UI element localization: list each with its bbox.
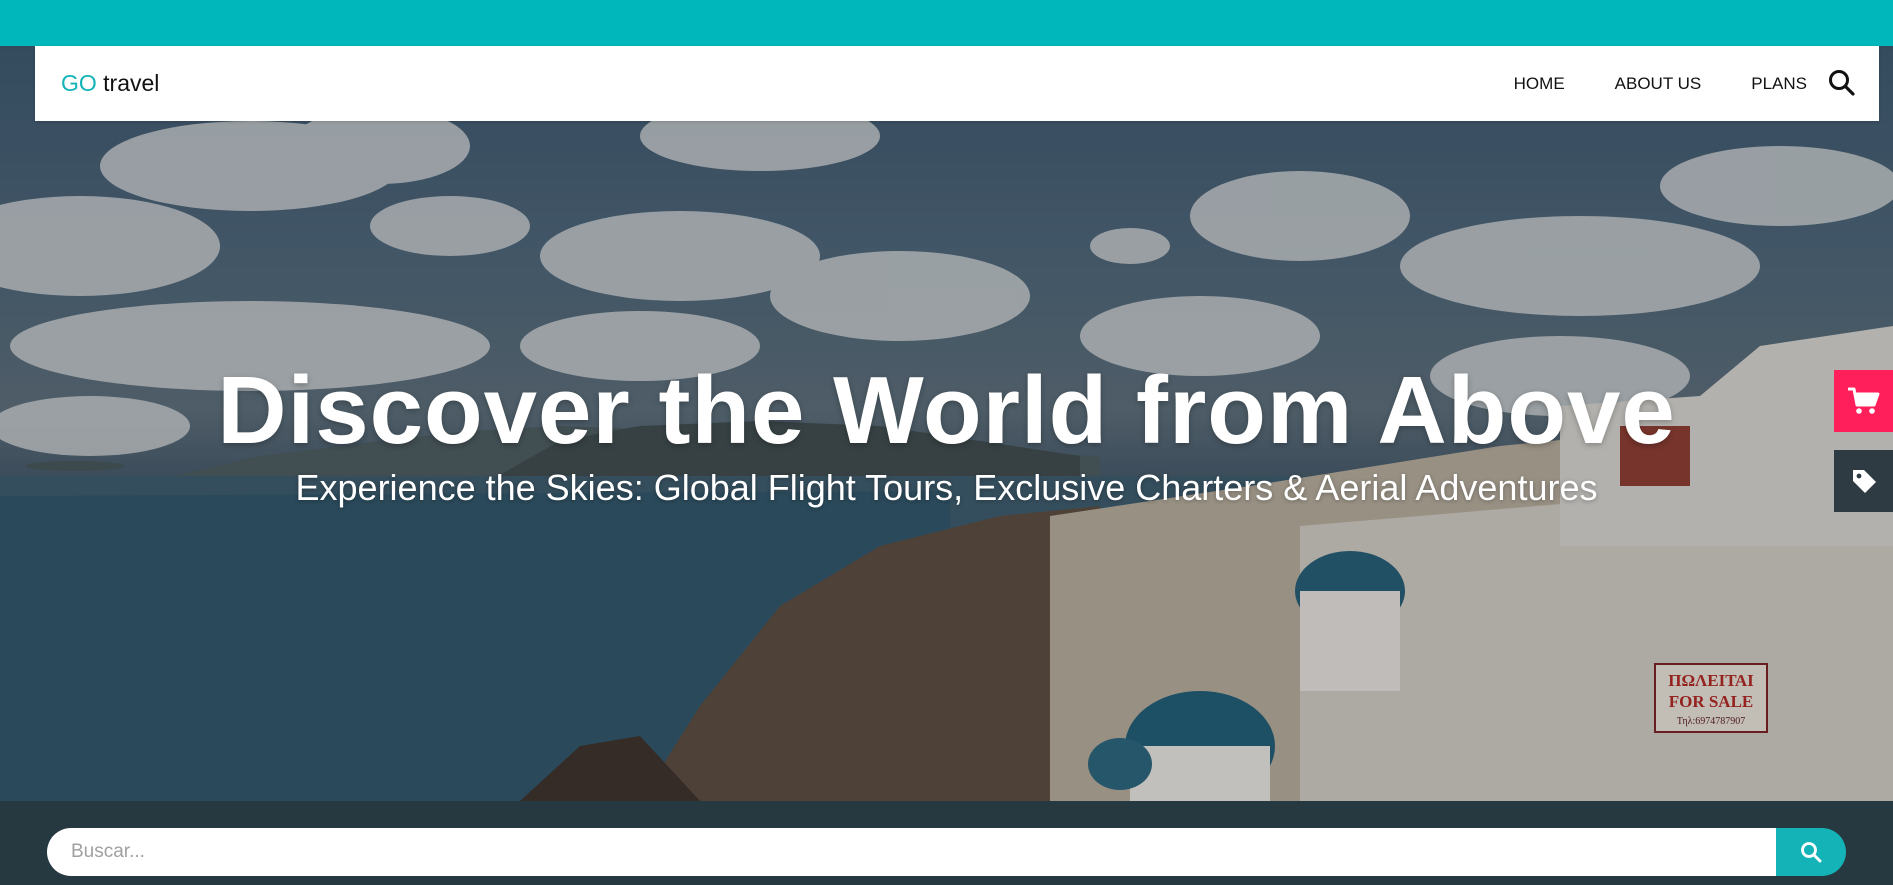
search-icon[interactable] (1827, 68, 1857, 98)
brand-name: travel (96, 70, 160, 96)
shopping-cart-icon (1847, 387, 1879, 414)
nav-about-link[interactable]: ABOUT US (1615, 74, 1702, 94)
search-icon (1801, 842, 1822, 863)
nav-plans-link[interactable]: PLANS (1751, 74, 1807, 94)
hero-text: Discover the World from Above Experience… (0, 356, 1893, 510)
brand-logo[interactable]: GO travel (61, 70, 159, 97)
brand-accent: GO (61, 70, 97, 96)
main-navbar: GO travel HOME ABOUT US PLANS (35, 46, 1879, 121)
nav-home-link[interactable]: HOME (1514, 74, 1565, 94)
search-section (0, 801, 1893, 885)
search-submit-button[interactable] (1776, 828, 1846, 876)
search-input[interactable] (47, 828, 1777, 876)
tag-icon (1852, 470, 1876, 493)
hero-title: Discover the World from Above (217, 357, 1676, 464)
cart-button[interactable] (1834, 370, 1893, 432)
nav-links: HOME ABOUT US PLANS (1464, 74, 1807, 94)
offers-button[interactable] (1834, 450, 1893, 512)
hero-subtitle: Experience the Skies: Global Flight Tour… (295, 467, 1598, 508)
